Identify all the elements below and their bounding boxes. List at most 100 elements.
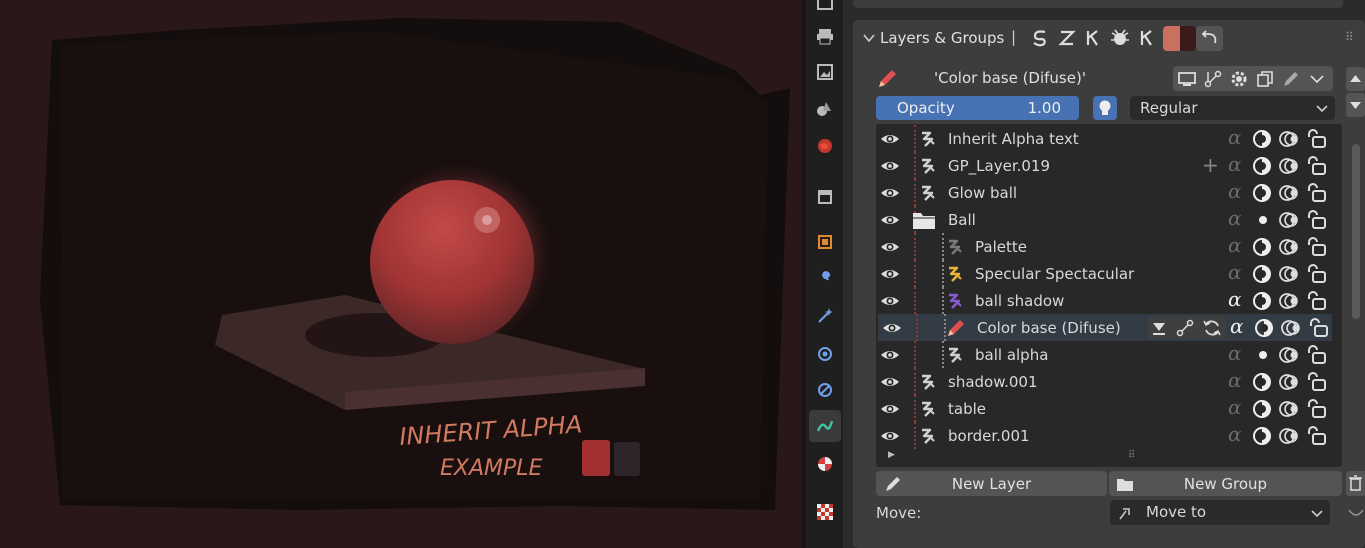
drag-handle[interactable]: ⠿: [1345, 30, 1354, 44]
delete-button[interactable]: [1346, 471, 1365, 496]
chevron-down-icon[interactable]: [1309, 71, 1325, 87]
eye-icon[interactable]: [880, 265, 900, 283]
data-tab[interactable]: [809, 410, 841, 442]
mask-icon[interactable]: [1252, 399, 1272, 419]
onion-skin-icon[interactable]: [1279, 183, 1301, 203]
pencil-icon[interactable]: [945, 317, 967, 339]
eye-icon[interactable]: [880, 373, 900, 391]
section-title[interactable]: Layers & Groups: [880, 29, 1004, 47]
layer-name[interactable]: table: [948, 400, 986, 418]
layer-name[interactable]: border.001: [948, 427, 1030, 445]
merge-down-icon[interactable]: [1149, 319, 1169, 337]
layer-list[interactable]: Inherit Alpha text α GP_Layer.019 + α Glow ba…: [876, 124, 1342, 467]
layer-name[interactable]: Inherit Alpha text: [948, 130, 1079, 148]
layer-row[interactable]: GP_Layer.019 + α: [876, 152, 1346, 179]
onion-skin-icon[interactable]: [1281, 318, 1303, 338]
chevron-down-icon[interactable]: [863, 32, 875, 44]
eye-icon[interactable]: [880, 427, 900, 445]
layer-name[interactable]: Color base (Difuse): [977, 319, 1121, 337]
alpha-toggle[interactable]: α: [1228, 152, 1242, 176]
move-layer-up-button[interactable]: [1346, 67, 1365, 91]
stroke-s-icon[interactable]: [1030, 28, 1050, 48]
layer-name[interactable]: shadow.001: [948, 373, 1038, 391]
unlock-icon[interactable]: [1306, 156, 1328, 176]
effects-tab[interactable]: [809, 300, 841, 332]
undo-button[interactable]: [1196, 26, 1223, 51]
eye-icon[interactable]: [880, 130, 900, 148]
unlock-icon[interactable]: [1308, 318, 1330, 338]
unlock-icon[interactable]: [1306, 183, 1328, 203]
blend-mode-dropdown[interactable]: Regular: [1130, 96, 1335, 120]
list-scrollbar[interactable]: [1352, 144, 1360, 319]
mask-icon[interactable]: [1252, 237, 1272, 257]
eye-icon[interactable]: [880, 400, 900, 418]
alpha-toggle[interactable]: α: [1228, 125, 1242, 149]
stroke-z-icon[interactable]: [1057, 28, 1077, 48]
onion-skin-icon[interactable]: [1279, 264, 1301, 284]
transfer-icon[interactable]: [1175, 318, 1195, 338]
layer-row[interactable]: border.001 α: [876, 422, 1346, 449]
onion-skin-icon[interactable]: [1279, 426, 1301, 446]
layer-row[interactable]: table α: [876, 395, 1346, 422]
refresh-icon[interactable]: [1202, 318, 1222, 338]
object-tab[interactable]: [809, 226, 841, 258]
opacity-slider[interactable]: Opacity 1.00: [876, 96, 1079, 120]
layer-row[interactable]: shadow.001 α: [876, 368, 1346, 395]
tool-tab[interactable]: [809, 0, 841, 20]
unlock-icon[interactable]: [1306, 399, 1328, 419]
eye-icon[interactable]: [880, 157, 900, 175]
mask-icon[interactable]: [1252, 264, 1272, 284]
material-tab[interactable]: [809, 448, 841, 480]
scene-tab[interactable]: [809, 130, 841, 162]
layer-row[interactable]: Glow ball α: [876, 179, 1346, 206]
mask-icon[interactable]: [1252, 426, 1272, 446]
mask-icon[interactable]: [1254, 318, 1274, 338]
mask-icon[interactable]: [1252, 129, 1272, 149]
unlock-icon[interactable]: [1306, 291, 1328, 311]
eye-icon[interactable]: [880, 346, 900, 364]
node-tree-icon[interactable]: [1203, 69, 1223, 89]
stroke-layer-icon[interactable]: [918, 400, 936, 418]
layer-name[interactable]: Glow ball: [948, 184, 1017, 202]
dot-icon[interactable]: [1254, 346, 1272, 364]
layer-row[interactable]: Palette α: [876, 233, 1346, 260]
layer-name[interactable]: Palette: [975, 238, 1027, 256]
layer-row[interactable]: Ball α: [876, 206, 1346, 233]
bug-icon[interactable]: [1109, 27, 1131, 49]
onion-skin-icon[interactable]: [1279, 372, 1301, 392]
add-icon[interactable]: +: [1202, 153, 1219, 177]
layer-row[interactable]: Specular Spectacular α: [876, 260, 1346, 287]
layer-row[interactable]: Inherit Alpha text α: [876, 125, 1346, 152]
duplicate-icon[interactable]: [1255, 69, 1275, 89]
alpha-toggle[interactable]: α: [1228, 341, 1242, 365]
stroke-layer-icon[interactable]: [918, 157, 936, 175]
unlock-icon[interactable]: [1306, 210, 1328, 230]
collection-tab[interactable]: [809, 180, 841, 212]
onion-skin-icon[interactable]: [1279, 291, 1301, 311]
use-lights-toggle[interactable]: [1093, 96, 1117, 120]
stroke-layer-icon[interactable]: [945, 346, 963, 364]
unlock-icon[interactable]: [1306, 345, 1328, 365]
unlock-icon[interactable]: [1306, 372, 1328, 392]
onion-skin-icon[interactable]: [1279, 345, 1301, 365]
alpha-toggle[interactable]: α: [1228, 287, 1242, 311]
pencil-icon[interactable]: [1281, 69, 1301, 89]
alpha-toggle[interactable]: α: [1228, 368, 1242, 392]
layer-row[interactable]: ball shadow α: [876, 287, 1346, 314]
layer-name[interactable]: GP_Layer.019: [948, 157, 1050, 175]
stroke-layer-icon[interactable]: [918, 427, 936, 445]
onion-skin-icon[interactable]: [1279, 210, 1301, 230]
dot-icon[interactable]: [1254, 211, 1272, 229]
physics-tab[interactable]: [809, 338, 841, 370]
options-chevron-icon[interactable]: [1347, 506, 1365, 520]
new-layer-button[interactable]: New Layer: [876, 471, 1107, 496]
view-layer-tab[interactable]: [809, 92, 841, 124]
expand-filter-triangle[interactable]: ▶: [888, 450, 895, 460]
monitor-icon[interactable]: [1177, 69, 1197, 89]
stroke-k2-icon[interactable]: [1137, 28, 1157, 48]
drawing-viewport[interactable]: INHERIT ALPHA EXAMPLE: [0, 0, 801, 548]
stroke-layer-icon[interactable]: [945, 265, 963, 283]
mask-icon[interactable]: [1252, 183, 1272, 203]
list-resize-grip[interactable]: ⠿: [1128, 450, 1135, 461]
alpha-toggle[interactable]: α: [1230, 314, 1244, 338]
